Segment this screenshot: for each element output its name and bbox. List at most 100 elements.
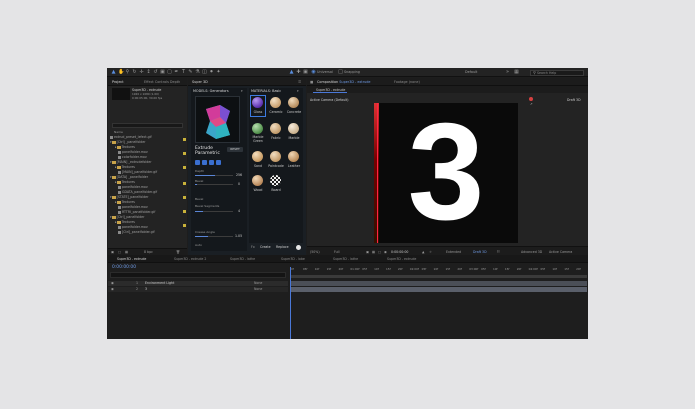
orbit-tool-icon[interactable]: ↻ <box>132 70 137 75</box>
replace-button[interactable]: Replace <box>276 245 289 249</box>
region-icon[interactable]: ▣ <box>366 250 369 254</box>
layer-visibility-icon[interactable]: ◉ <box>111 287 114 291</box>
mask-icon[interactable]: □ <box>378 250 381 254</box>
snapping-checkbox-icon[interactable]: □ <box>338 70 343 75</box>
workspace-menu-icon[interactable]: » <box>505 70 510 75</box>
bevel-value[interactable]: 0 <box>238 182 240 186</box>
material-leather-swatch[interactable] <box>288 151 299 162</box>
layer-name[interactable]: 3 <box>145 287 147 291</box>
new-comp-icon[interactable]: ▦ <box>125 250 128 254</box>
depth-value[interactable]: 256 <box>236 173 242 177</box>
timeline-tab[interactable]: Super3D - extrude 2 <box>174 257 206 261</box>
bpc-label[interactable]: 8 bpc <box>144 250 153 254</box>
list-item[interactable]: [Ctrl]_panelfolder.gif <box>110 230 185 235</box>
interpret-footage-icon[interactable]: ▣ <box>111 250 114 254</box>
axis-local-icon[interactable]: ▲ <box>289 70 294 75</box>
roto-tool-icon[interactable]: ⚫ <box>209 70 214 75</box>
resolution-dropdown[interactable]: Full <box>334 250 339 254</box>
snapshot-icon[interactable]: ◉ <box>384 250 387 254</box>
material-fabric-swatch[interactable] <box>270 123 281 134</box>
axis-world-icon[interactable]: ✚ <box>296 70 301 75</box>
view-axis-icon[interactable]: ☷ <box>497 250 500 254</box>
material-gloss-swatch[interactable] <box>252 97 263 108</box>
layer-parent-dropdown[interactable]: None <box>254 281 262 285</box>
renderer-dropdown[interactable]: Advanced 3D <box>521 250 542 254</box>
materials-menu-icon[interactable]: ▾ <box>297 89 299 93</box>
extruded-text-3[interactable]: 3 <box>374 101 518 243</box>
anchor-tool-icon[interactable]: ▣ <box>160 70 165 75</box>
model-preview[interactable] <box>195 96 240 143</box>
bevel-segments-slider[interactable] <box>195 211 233 212</box>
rotate-tool-icon[interactable]: ↺ <box>153 70 158 75</box>
extended-viewer-toggle[interactable]: Extended <box>446 250 461 254</box>
pen-tool-icon[interactable]: ✒ <box>174 70 179 75</box>
timeline-tab[interactable]: Super3D - lobe <box>281 257 305 261</box>
panel-menu-icon[interactable]: ☰ <box>298 80 301 84</box>
selection-tool-icon[interactable]: ▲ <box>111 70 116 75</box>
hand-tool-icon[interactable]: ✋ <box>118 70 124 75</box>
bevel-slider[interactable] <box>195 184 233 185</box>
zoom-tool-icon[interactable]: ⚲ <box>125 70 130 75</box>
material-ceramic-swatch[interactable] <box>270 97 281 108</box>
layer-bar[interactable] <box>290 287 587 292</box>
orient-w-button[interactable] <box>216 160 221 165</box>
create-button[interactable]: Create <box>260 245 271 249</box>
work-area-bar[interactable] <box>290 275 587 278</box>
material-sand-swatch[interactable] <box>252 151 263 162</box>
time-ruler[interactable]: 0f 05f 10f 15f 20f 01:00f 05f 10f 15f 20f 02:00f 05… <box>290 267 587 274</box>
bevel-segments-value[interactable]: 4 <box>238 209 240 213</box>
orient-y-button[interactable] <box>202 160 207 165</box>
crease-angle-slider[interactable] <box>195 236 233 237</box>
layer-name[interactable]: Environment Light <box>145 281 174 285</box>
universal-label[interactable]: Universal <box>317 70 333 74</box>
models-menu-icon[interactable]: ▾ <box>241 89 243 93</box>
auto-label[interactable]: Auto <box>195 243 202 247</box>
crease-angle-value[interactable]: 1.05 <box>235 234 242 238</box>
puppet-tool-icon[interactable]: ✦ <box>216 70 221 75</box>
snapping-label[interactable]: Snapping <box>344 70 360 74</box>
tab-composition[interactable]: Composition Super3D - extrude <box>317 80 371 84</box>
comp-viewport[interactable]: 3 <box>374 101 518 243</box>
depth-slider[interactable] <box>195 175 233 176</box>
reset-button[interactable]: RESET <box>227 147 243 152</box>
material-marble-swatch[interactable] <box>288 123 299 134</box>
layer-parent-dropdown[interactable]: None <box>254 287 262 291</box>
grid-icon[interactable]: ▦ <box>372 250 375 254</box>
timeline-tab[interactable]: Super3D - extrude <box>387 257 416 261</box>
orient-x-button[interactable] <box>195 160 200 165</box>
current-time[interactable]: 0:00:00:00 <box>391 250 408 254</box>
fx-button[interactable]: Fx <box>251 245 255 249</box>
material-marble-green-swatch[interactable] <box>252 123 263 134</box>
add-icon[interactable] <box>296 244 301 250</box>
stamp-tool-icon[interactable]: ⚗ <box>195 70 200 75</box>
eraser-tool-icon[interactable]: ◫ <box>202 70 207 75</box>
tab-super3d[interactable]: Super 3D <box>192 80 208 84</box>
layer-row[interactable]: ◉ 1 Environment Light None <box>108 281 288 286</box>
channels-icon[interactable]: ▲ <box>422 250 424 254</box>
type-tool-icon[interactable]: T <box>181 70 186 75</box>
zoom-dropdown[interactable]: (50%) <box>310 250 320 254</box>
universal-icon[interactable]: ◉ <box>311 70 316 75</box>
material-wood-swatch[interactable] <box>252 175 263 186</box>
mask-tool-icon[interactable]: ▢ <box>167 70 172 75</box>
tab-effect-controls[interactable]: Effect Controls Depth <box>144 80 180 84</box>
timeline-search-input[interactable] <box>110 272 286 278</box>
project-search-input[interactable] <box>112 123 183 128</box>
delete-icon[interactable]: 🗑 <box>176 250 180 254</box>
timeline-tab[interactable]: Super3D - lathe <box>333 257 358 261</box>
playhead[interactable] <box>290 267 291 339</box>
draft3d-toggle[interactable]: Draft 3D <box>473 250 487 254</box>
new-folder-icon[interactable]: □ <box>118 250 121 254</box>
camera-dropdown[interactable]: Active Camera <box>549 250 572 254</box>
axis-view-icon[interactable]: ▣ <box>303 70 308 75</box>
timeline-tab[interactable]: Super3D - extrude <box>117 257 146 261</box>
pan-tool-icon[interactable]: ✛ <box>139 70 144 75</box>
material-paintcode-swatch[interactable] <box>270 151 281 162</box>
tab-project[interactable]: Project <box>112 80 124 84</box>
layer-row[interactable]: ◉ 2 3 None <box>108 287 288 292</box>
workspace-default[interactable]: Default <box>465 70 477 74</box>
search-help-field[interactable]: Search Help <box>530 69 584 76</box>
material-concrete-swatch[interactable] <box>288 97 299 108</box>
material-board-swatch[interactable] <box>270 175 281 186</box>
dolly-tool-icon[interactable]: ↕ <box>146 70 151 75</box>
